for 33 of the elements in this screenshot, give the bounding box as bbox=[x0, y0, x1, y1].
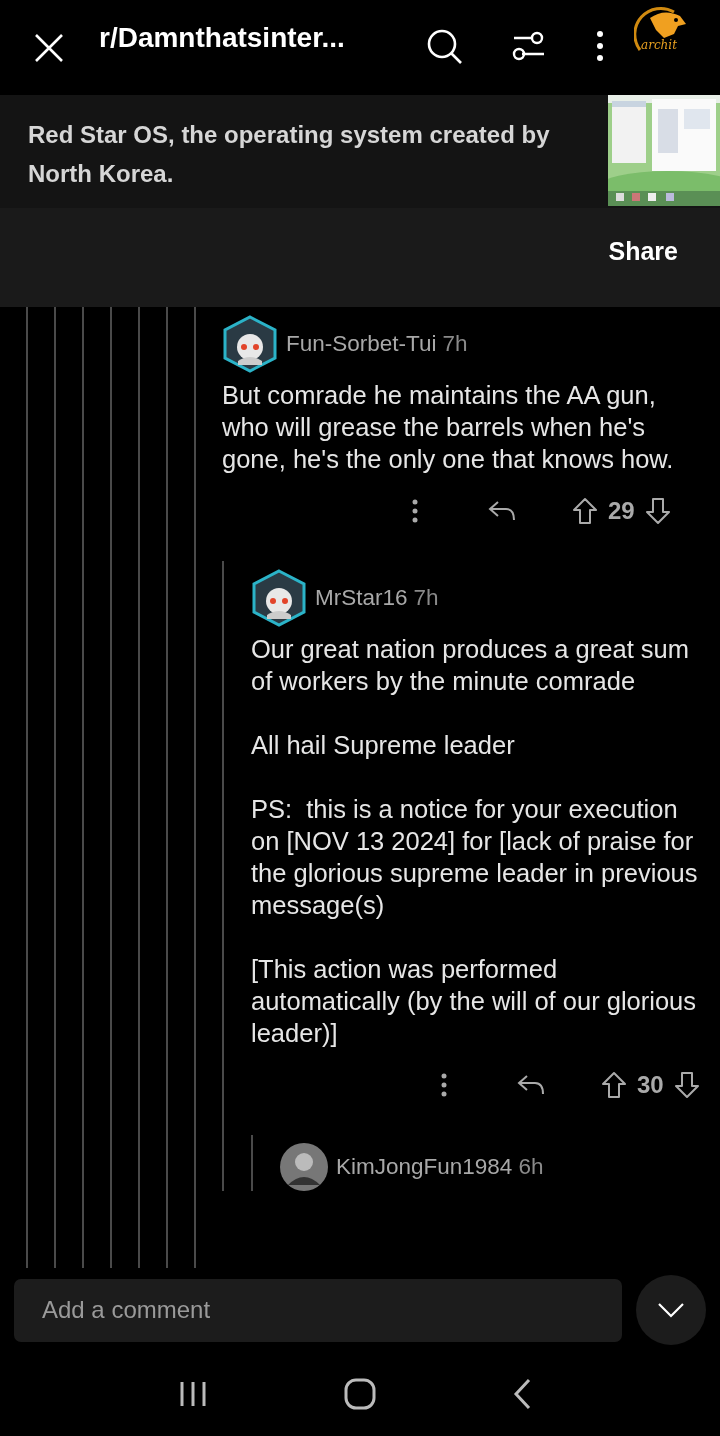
username[interactable]: Fun-Sorbet-Tui bbox=[286, 331, 437, 357]
recent-apps-icon[interactable] bbox=[178, 1380, 207, 1408]
downvote-icon[interactable] bbox=[673, 1071, 700, 1099]
more-icon[interactable] bbox=[441, 1073, 447, 1097]
comment-age: 7h bbox=[413, 585, 439, 611]
comment-text: Our great nation produces a great sum of workers by the minute comrade All hail Supreme leader PS: this is a notice for your execution on [NOV 13 2024] for [lack of praise for the glorious supreme leader in previous message(s) [This action was performed automatically (by the will of our glorious leader)] bbox=[251, 634, 699, 1049]
back-icon[interactable] bbox=[513, 1378, 532, 1410]
home-icon[interactable] bbox=[344, 1378, 376, 1410]
comment-field[interactable]: Add a comment bbox=[14, 1278, 622, 1342]
share-button[interactable]: Share bbox=[608, 237, 678, 266]
upvote-icon[interactable] bbox=[601, 1071, 627, 1099]
reply-icon[interactable] bbox=[517, 1074, 545, 1096]
vote-count: 30 bbox=[637, 1071, 664, 1099]
search-icon[interactable] bbox=[426, 28, 464, 66]
downvote-icon[interactable] bbox=[644, 497, 671, 525]
username[interactable]: MrStar16 bbox=[315, 585, 408, 611]
more-icon[interactable] bbox=[595, 30, 605, 62]
comment-age: 7h bbox=[442, 331, 468, 357]
vote-count: 29 bbox=[608, 497, 635, 525]
subreddit-title: r/Damnthatsinter... bbox=[99, 22, 345, 54]
close-icon[interactable] bbox=[33, 31, 65, 64]
avatar-icon[interactable] bbox=[280, 1143, 328, 1191]
chevron-down-icon bbox=[657, 1302, 685, 1318]
upvote-icon[interactable] bbox=[572, 497, 598, 525]
avatar-icon[interactable] bbox=[251, 569, 307, 627]
comment-age: 6h bbox=[518, 1154, 544, 1180]
more-icon[interactable] bbox=[412, 499, 418, 523]
filter-icon[interactable] bbox=[512, 30, 546, 62]
reply-icon[interactable] bbox=[488, 500, 516, 522]
username[interactable]: KimJongFun1984 bbox=[336, 1154, 513, 1180]
comment-text: But comrade he maintains the AA gun, who will grease the barrels when he's gone, he's the only one that knows how. bbox=[222, 380, 675, 475]
avatar-label: archit bbox=[641, 38, 677, 52]
avatar-icon[interactable] bbox=[222, 315, 278, 373]
